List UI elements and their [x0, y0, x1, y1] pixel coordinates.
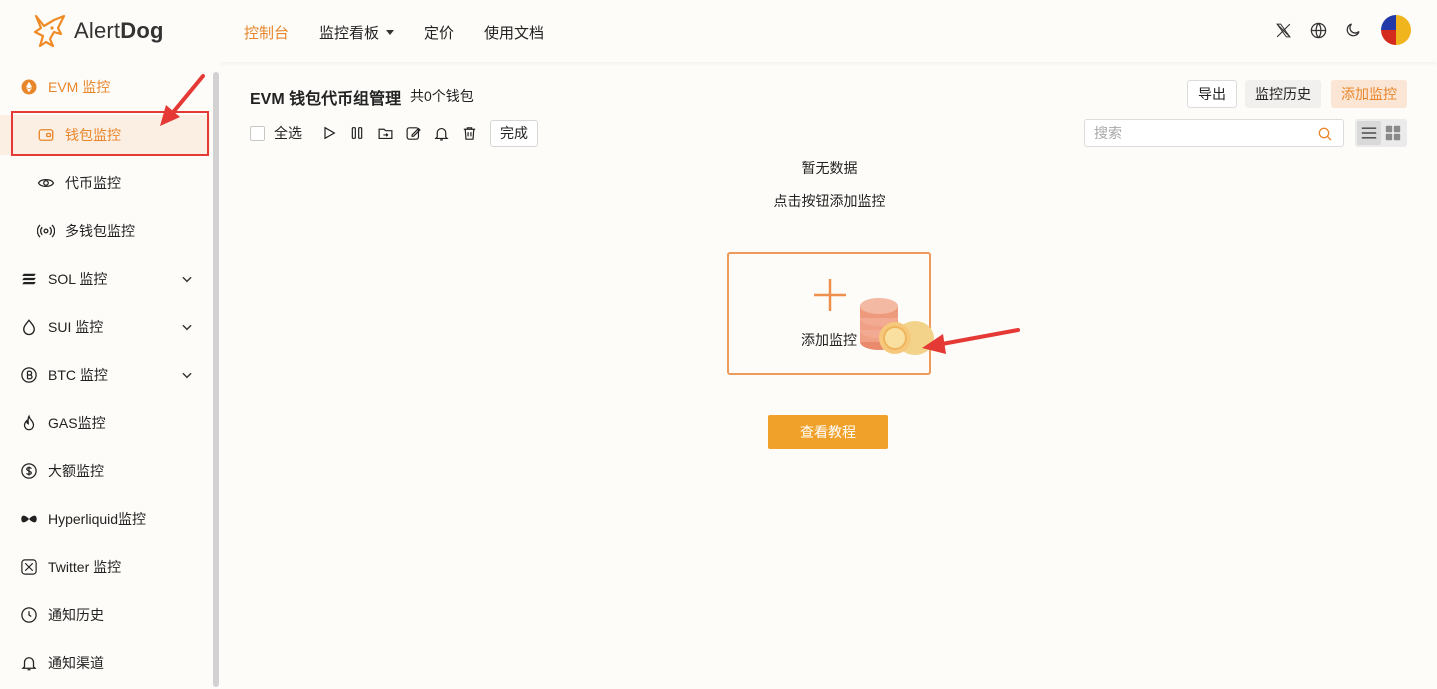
sidebar: EVM 监控 钱包监控 代币监控 多钱包监控 SOL 监控 SUI 监控 BTC… [0, 62, 220, 689]
nav-docs[interactable]: 使用文档 [484, 22, 544, 43]
done-button[interactable]: 完成 [490, 119, 538, 147]
edit-icon[interactable] [404, 124, 422, 142]
export-button[interactable]: 导出 [1187, 80, 1237, 108]
solana-icon [20, 270, 38, 288]
sidebar-item-multi-wallet[interactable]: 多钱包监控 [0, 211, 210, 251]
sidebar-item-token-monitor[interactable]: 代币监控 [0, 163, 210, 203]
sidebar-item-evm[interactable]: EVM 监控 [0, 67, 210, 107]
sidebar-item-label: EVM 监控 [48, 79, 111, 95]
monitor-history-button[interactable]: 监控历史 [1245, 80, 1321, 108]
play-icon[interactable] [320, 124, 338, 142]
sidebar-item-label: 大额监控 [48, 463, 104, 479]
nav-pricing[interactable]: 定价 [424, 22, 454, 43]
nav-dashboard[interactable]: 控制台 [244, 22, 289, 43]
search-input[interactable] [1094, 125, 1314, 141]
globe-icon[interactable] [1308, 20, 1328, 40]
move-folder-icon[interactable] [376, 124, 394, 142]
bell-icon[interactable] [432, 124, 450, 142]
main-content: EVM 钱包代币组管理 共0个钱包 导出 监控历史 添加监控 全选 完成 暂无数… [222, 62, 1437, 689]
search-icon[interactable] [1317, 126, 1333, 142]
add-monitor-card[interactable]: 添加监控 [727, 252, 934, 375]
annotation-highlight-box [11, 111, 209, 156]
top-navbar: AlertDog 控制台 监控看板 定价 使用文档 [0, 0, 1437, 62]
ethereum-icon [20, 78, 38, 96]
grid-view-icon[interactable] [1381, 121, 1405, 145]
hyperliquid-icon [20, 510, 38, 528]
sidebar-item-gas[interactable]: GAS监控 [0, 403, 210, 443]
chevron-down-icon [182, 324, 192, 331]
broadcast-icon [37, 222, 55, 240]
select-all-label: 全选 [274, 125, 302, 141]
sidebar-item-sol[interactable]: SOL 监控 [0, 259, 210, 299]
sidebar-item-label: Hyperliquid监控 [48, 511, 147, 527]
flame-icon [20, 414, 38, 432]
sidebar-item-label: Twitter 监控 [48, 559, 122, 575]
brand-name: AlertDog [74, 18, 164, 43]
sidebar-item-label: 通知渠道 [48, 655, 104, 671]
wallet-count: 共0个钱包 [410, 88, 474, 104]
sidebar-item-notify-channel[interactable]: 通知渠道 [0, 643, 210, 683]
dollar-icon [20, 462, 38, 480]
x-icon[interactable] [1273, 20, 1293, 40]
sidebar-item-notify-history[interactable]: 通知历史 [0, 595, 210, 635]
history-icon [20, 606, 38, 624]
eye-icon [37, 174, 55, 192]
trash-icon[interactable] [460, 124, 478, 142]
sidebar-item-sui[interactable]: SUI 监控 [0, 307, 210, 347]
chevron-down-icon [182, 276, 192, 283]
moon-icon[interactable] [1343, 20, 1363, 40]
page-title: EVM 钱包代币组管理 [250, 91, 402, 108]
nav-monitor-board[interactable]: 监控看板 [319, 22, 395, 43]
select-all-checkbox[interactable] [250, 125, 265, 141]
sidebar-item-btc[interactable]: BTC 监控 [0, 355, 210, 395]
plus-icon [814, 279, 846, 311]
empty-state-title: 暂无数据 [801, 160, 858, 176]
sidebar-item-label: 代币监控 [65, 175, 121, 191]
view-tutorial-button[interactable]: 查看教程 [768, 415, 888, 449]
alertdog-logo-icon [33, 14, 66, 48]
main-nav: 控制台 监控看板 定价 使用文档 [244, 22, 574, 43]
list-view-icon[interactable] [1357, 121, 1381, 145]
caret-down-icon [386, 30, 395, 35]
x-icon [20, 558, 38, 576]
top-icons [1258, 15, 1411, 45]
bitcoin-icon [20, 366, 38, 384]
bulk-toolbar: 全选 完成 [250, 119, 538, 147]
empty-state-hint: 点击按钮添加监控 [773, 193, 886, 209]
sidebar-item-large-tx[interactable]: 大额监控 [0, 451, 210, 491]
view-toggle [1355, 119, 1407, 147]
chevron-down-icon [182, 372, 192, 379]
search-box [1084, 119, 1344, 147]
sidebar-item-label: 多钱包监控 [65, 223, 135, 239]
sidebar-scrollbar[interactable] [213, 72, 219, 687]
pause-icon[interactable] [348, 124, 366, 142]
sidebar-item-label: SOL 监控 [48, 271, 108, 287]
add-monitor-card-label: 添加监控 [801, 332, 857, 348]
avatar[interactable] [1381, 15, 1411, 45]
add-monitor-button[interactable]: 添加监控 [1331, 80, 1407, 108]
coins-icon [860, 298, 934, 355]
sidebar-item-label: BTC 监控 [48, 367, 108, 383]
sidebar-item-hyperliquid[interactable]: Hyperliquid监控 [0, 499, 210, 539]
droplet-icon [20, 318, 38, 336]
sidebar-item-label: 通知历史 [48, 607, 104, 623]
sidebar-item-label: GAS监控 [48, 415, 106, 431]
bell-icon [20, 654, 38, 672]
sidebar-item-twitter[interactable]: Twitter 监控 [0, 547, 210, 587]
sidebar-item-label: SUI 监控 [48, 319, 104, 335]
logo[interactable]: AlertDog [30, 12, 164, 50]
